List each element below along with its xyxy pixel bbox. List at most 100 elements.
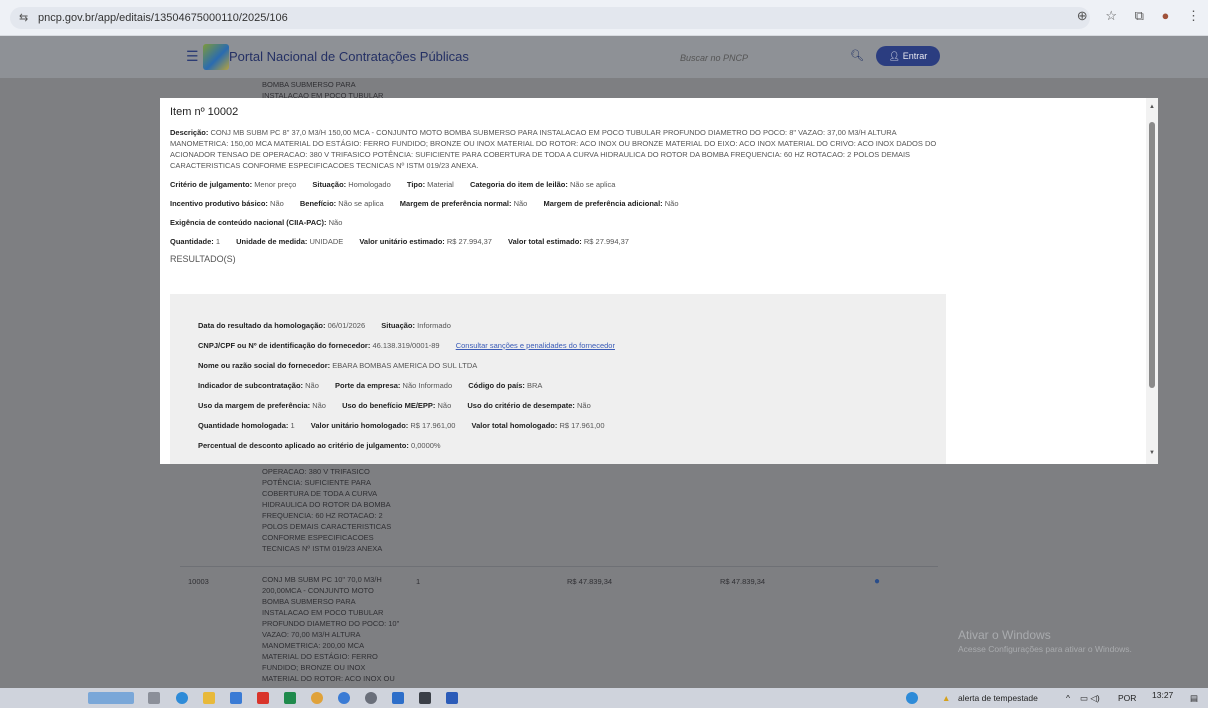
- sanctions-link[interactable]: Consultar sanções e penalidades do forne…: [456, 341, 615, 350]
- result-line: Quantidade homologada: 1 Valor unitário …: [198, 421, 629, 430]
- search-icon[interactable]: 🔍︎: [850, 49, 864, 62]
- field-situacao: Situação: Homologado: [312, 180, 390, 189]
- field-value: Não: [328, 218, 343, 227]
- portal-title[interactable]: Portal Nacional de Contratações Públicas: [229, 49, 469, 64]
- site-header: ☰ Portal Nacional de Contratações Públic…: [0, 36, 1208, 78]
- field-value: R$ 27.994,37: [446, 237, 492, 246]
- field-label: Margem de preferência adicional:: [543, 199, 663, 208]
- field-label: Incentivo produtivo básico:: [170, 199, 268, 208]
- user-icon: 👤︎: [888, 51, 903, 61]
- result-line: Uso da margem de preferência: Não Uso do…: [198, 401, 629, 410]
- field-value: 0,0000%: [410, 441, 441, 450]
- modal-scrollbar[interactable]: ▲ ▼: [1146, 98, 1158, 464]
- bg-line: POTÊNCIA: SUFICIENTE PARA: [262, 478, 372, 487]
- field-label: Código do país:: [468, 381, 525, 390]
- modal-content: Item nº 10002 Descrição: CONJ MB SUBM PC…: [170, 106, 940, 272]
- field-beneficio: Benefício: Não se aplica: [300, 199, 384, 208]
- star-icon[interactable]: ☆: [1105, 8, 1117, 23]
- field-value: UNIDADE: [309, 237, 344, 246]
- table-row-total-value: R$ 47.839,34: [720, 577, 766, 586]
- url-text: pncp.gov.br/app/editais/13504675000110/2…: [38, 12, 288, 24]
- field-label: Benefício:: [299, 199, 337, 208]
- table-row-number: 10003: [188, 577, 209, 586]
- windows-taskbar: ▲ alerta de tempestade ^ ▭ ◁) POR 13:27 …: [0, 688, 1208, 708]
- bg-line: BOMBA SUBMERSO PARA: [262, 597, 356, 606]
- bg-line: OPERACAO: 380 V TRIFASICO: [262, 467, 370, 476]
- app-icon[interactable]: [365, 692, 377, 704]
- hamburger-icon[interactable]: ☰: [186, 48, 199, 65]
- language-indicator[interactable]: POR: [1118, 693, 1136, 703]
- field-value: Não: [437, 401, 452, 410]
- result-line: Nome ou razão social do fornecedor: EBAR…: [198, 361, 629, 370]
- field-label: Uso do critério de desempate:: [467, 401, 575, 410]
- result-line: CNPJ/CPF ou Nº de identificação do forne…: [198, 341, 629, 350]
- field-uso-beneficio: Uso do benefício ME/EPP: Não: [342, 401, 451, 410]
- results-content: Data do resultado da homologação: 06/01/…: [198, 321, 629, 461]
- file-explorer-icon[interactable]: [203, 692, 215, 704]
- scroll-down-icon[interactable]: ▼: [1149, 450, 1155, 456]
- field-label: Situação:: [312, 180, 347, 189]
- tray-app-icon[interactable]: [906, 692, 918, 704]
- chrome-icon[interactable]: [311, 692, 323, 704]
- bg-line: HIDRAULICA DO ROTOR DA BOMBA: [262, 500, 391, 509]
- address-bar[interactable]: ⇆ pncp.gov.br/app/editais/13504675000110…: [10, 7, 1090, 29]
- field-valor-total-homologado: Valor total homologado: R$ 17.961,00: [472, 421, 605, 430]
- field-label: Quantidade:: [170, 237, 214, 246]
- field-valor-unit-homologado: Valor unitário homologado: R$ 17.961,00: [311, 421, 456, 430]
- zoom-icon[interactable]: ⊕: [1077, 8, 1088, 23]
- app-icon[interactable]: [392, 692, 404, 704]
- field-value: Não: [305, 381, 319, 390]
- profile-icon[interactable]: ●: [1162, 8, 1170, 23]
- login-button[interactable]: 👤︎ Entrar: [876, 46, 940, 66]
- field-label: Valor unitário estimado:: [359, 237, 445, 246]
- pdf-icon[interactable]: [257, 692, 269, 704]
- notifications-icon[interactable]: ▤: [1190, 693, 1198, 704]
- field-value: 46.138.319/0001-89: [372, 341, 440, 350]
- start-banner-icon[interactable]: [88, 692, 134, 704]
- task-view-icon[interactable]: [148, 692, 160, 704]
- field-value: Não se aplica: [569, 180, 616, 189]
- field-label: Margem de preferência normal:: [399, 199, 512, 208]
- scroll-up-icon[interactable]: ▲: [1149, 104, 1155, 110]
- field-situacao-resultado: Situação: Informado: [381, 321, 451, 330]
- excel-icon[interactable]: [284, 692, 296, 704]
- field-percentual-desconto: Percentual de desconto aplicado ao crité…: [198, 441, 441, 450]
- extensions-icon[interactable]: ⧉: [1135, 8, 1144, 23]
- field-value: Material: [427, 180, 454, 189]
- table-row-qty: 1: [416, 577, 421, 586]
- tray-chevron-icon[interactable]: ^: [1066, 693, 1070, 703]
- weather-text[interactable]: alerta de tempestade: [958, 693, 1038, 703]
- browser-icon[interactable]: [338, 692, 350, 704]
- scrollbar-thumb[interactable]: [1149, 122, 1155, 388]
- tune-icon[interactable]: ⇆: [19, 7, 28, 29]
- field-value: Não se aplica: [338, 199, 384, 208]
- result-line: Indicador de subcontratação: Não Porte d…: [198, 381, 629, 390]
- app-icon[interactable]: [419, 692, 431, 704]
- field-value: R$ 17.961,00: [559, 421, 605, 430]
- app-icon[interactable]: [230, 692, 242, 704]
- field-uso-desempate: Uso do critério de desempate: Não: [467, 401, 590, 410]
- bg-line: VAZAO: 70,00 M3/H ALTURA: [262, 630, 361, 639]
- network-sound-icon[interactable]: ▭ ◁): [1080, 693, 1100, 704]
- table-row-description: CONJ MB SUBM PC 10" 70,0 M3/H 200,00MCA …: [262, 574, 399, 684]
- browser-icons: ⊕ ☆ ⧉ ● ⋮: [1063, 8, 1200, 24]
- description-text: CONJ MB SUBM PC 8" 37,0 M3/H 150,00 MCA …: [170, 128, 937, 170]
- field-label: Situação:: [381, 321, 416, 330]
- windows-activation-watermark: Ativar o Windows Acesse Configurações pa…: [958, 628, 1132, 654]
- clock[interactable]: 13:27: [1152, 690, 1173, 700]
- edge-icon[interactable]: [176, 692, 188, 704]
- eye-icon[interactable]: ●: [874, 576, 880, 587]
- field-fornecedor: Nome ou razão social do fornecedor: EBAR…: [198, 361, 477, 370]
- field-label: Tipo:: [406, 180, 426, 189]
- field-codigo-pais: Código do país: BRA: [468, 381, 542, 390]
- watermark-title: Ativar o Windows: [958, 628, 1051, 642]
- menu-icon[interactable]: ⋮: [1187, 8, 1200, 23]
- item-detail-modal: Item nº 10002 Descrição: CONJ MB SUBM PC…: [160, 98, 1158, 464]
- word-icon[interactable]: [446, 692, 458, 704]
- search-input[interactable]: Buscar no PNCP: [672, 48, 872, 68]
- field-julgamento: Critério de julgamento: Menor preço: [170, 180, 296, 189]
- field-label: CNPJ/CPF ou Nº de identificação do forne…: [198, 341, 371, 350]
- field-label: Indicador de subcontratação:: [198, 381, 304, 390]
- field-value: 06/01/2026: [327, 321, 366, 330]
- bg-line: BOMBA SUBMERSO PARA: [262, 80, 356, 89]
